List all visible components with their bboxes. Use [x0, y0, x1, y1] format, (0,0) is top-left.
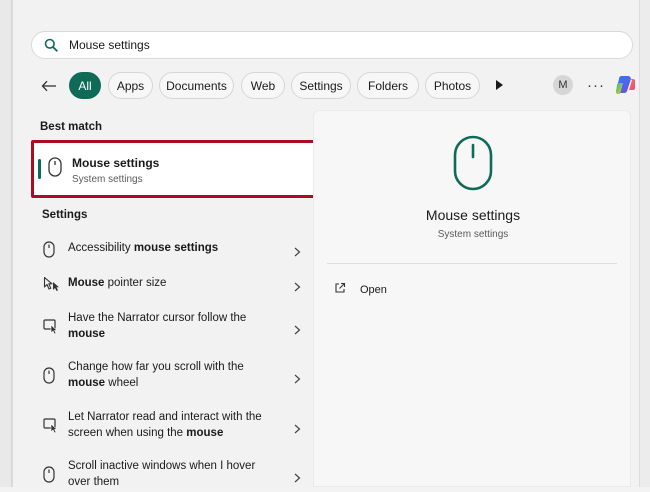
search-icon: [43, 37, 59, 53]
preview-pane: Mouse settings System settings Open: [313, 110, 631, 487]
chip-photos[interactable]: Photos: [425, 72, 480, 99]
setting-result-label: Scroll inactive windows when I hover ove…: [68, 460, 256, 488]
setting-result-item[interactable]: Mouse pointer size: [43, 275, 305, 293]
desktop-edge-right: [639, 0, 650, 487]
mouse-icon: [43, 466, 55, 488]
back-arrow-icon[interactable]: [39, 76, 59, 96]
chevron-right-icon: [293, 470, 301, 483]
chevron-right-icon: [293, 279, 301, 292]
chip-settings[interactable]: Settings: [291, 72, 351, 99]
mouse-icon: [43, 367, 55, 389]
setting-result-item[interactable]: Have the Narrator cursor follow the mous…: [43, 310, 305, 344]
open-external-icon: [334, 281, 346, 299]
setting-result-label: Accessibility mouse settings: [68, 242, 219, 254]
best-match-subtitle: System settings: [72, 174, 143, 185]
chevron-right-icon: [293, 371, 301, 384]
search-input[interactable]: [67, 37, 632, 53]
settings-heading: Settings: [42, 209, 88, 221]
best-match-heading: Best match: [40, 121, 102, 133]
mouse-pointer-icon: [43, 276, 61, 297]
mouse-icon: [48, 157, 62, 182]
desktop-edge-left: [0, 0, 12, 487]
more-categories-play-icon[interactable]: [492, 78, 506, 92]
avatar[interactable]: M: [553, 75, 573, 95]
open-button[interactable]: Open: [334, 281, 434, 299]
setting-result-item[interactable]: Let Narrator read and interact with the …: [43, 409, 305, 443]
setting-result-item[interactable]: Accessibility mouse settings: [43, 240, 305, 258]
chevron-right-icon: [293, 322, 301, 335]
setting-result-label: Change how far you scroll with the mouse…: [68, 361, 244, 389]
chevron-right-icon: [293, 244, 301, 257]
chip-all[interactable]: All: [69, 72, 101, 99]
search-panel: All Apps Documents Web Settings Folders …: [12, 0, 640, 488]
copilot-icon[interactable]: [613, 73, 639, 99]
setting-result-item[interactable]: Change how far you scroll with the mouse…: [43, 359, 305, 393]
setting-result-label: Let Narrator read and interact with the …: [68, 411, 262, 439]
setting-result-label: Have the Narrator cursor follow the mous…: [68, 312, 247, 340]
best-match-result[interactable]: Mouse settings System settings: [31, 140, 316, 198]
narrator-icon: [43, 318, 59, 339]
chip-folders[interactable]: Folders: [357, 72, 419, 99]
selection-indicator: [38, 159, 41, 179]
preview-divider: [327, 263, 617, 264]
open-label: Open: [360, 284, 387, 296]
search-box[interactable]: [31, 31, 633, 59]
narrator-icon: [43, 417, 59, 438]
preview-subtitle: System settings: [437, 229, 509, 240]
chip-documents[interactable]: Documents: [159, 72, 234, 99]
setting-result-label: Mouse pointer size: [68, 277, 167, 289]
chip-apps[interactable]: Apps: [108, 72, 153, 99]
filter-bar: All Apps Documents Web Settings Folders …: [37, 72, 637, 100]
mouse-large-icon: [453, 135, 493, 196]
mouse-icon: [43, 241, 55, 263]
more-options-icon[interactable]: ···: [585, 73, 607, 97]
best-match-title: Mouse settings: [72, 156, 160, 170]
chevron-right-icon: [293, 421, 301, 434]
preview-title: Mouse settings: [425, 207, 521, 223]
chip-web[interactable]: Web: [241, 72, 285, 99]
